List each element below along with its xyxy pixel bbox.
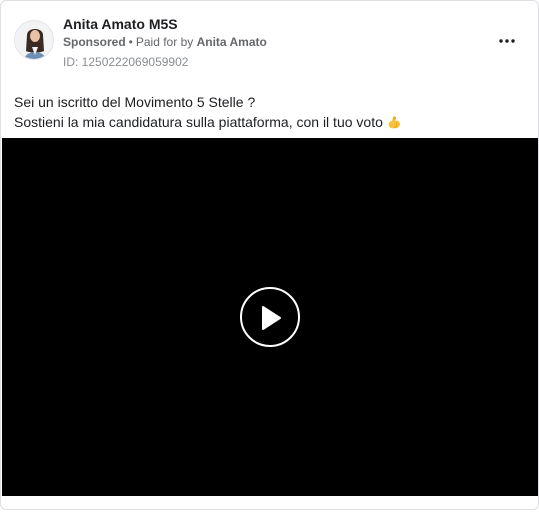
body-line-1: Sei un iscritto del Movimento 5 Stelle ? — [14, 94, 256, 110]
body-line-2: Sostieni la mia candidatura sulla piatta… — [14, 112, 529, 135]
paid-for-name[interactable]: Anita Amato — [197, 35, 267, 49]
flexed-biceps-icon — [386, 114, 402, 135]
ad-body-text: Sei un iscritto del Movimento 5 Stelle ?… — [14, 92, 529, 135]
play-icon — [262, 306, 281, 330]
separator-dot: • — [128, 35, 133, 49]
page-name[interactable]: Anita Amato M5S — [63, 16, 178, 32]
avatar[interactable] — [14, 20, 54, 60]
sponsored-label: Sponsored — [63, 35, 126, 49]
avatar-image — [15, 21, 53, 59]
ad-card: Anita Amato M5S Sponsored • Paid for by An… — [0, 0, 539, 510]
ad-id: ID: 1250222069059902 — [63, 55, 189, 69]
play-button[interactable] — [240, 287, 300, 347]
more-options-button[interactable] — [493, 29, 521, 53]
sponsored-line: Sponsored • Paid for by Anita Amato — [63, 35, 267, 49]
more-options-icon — [499, 39, 515, 43]
paid-for-prefix: Paid for by — [135, 35, 194, 49]
body-line-2-text: Sostieni la mia candidatura sulla piatta… — [14, 114, 383, 130]
video-player[interactable] — [2, 138, 538, 496]
